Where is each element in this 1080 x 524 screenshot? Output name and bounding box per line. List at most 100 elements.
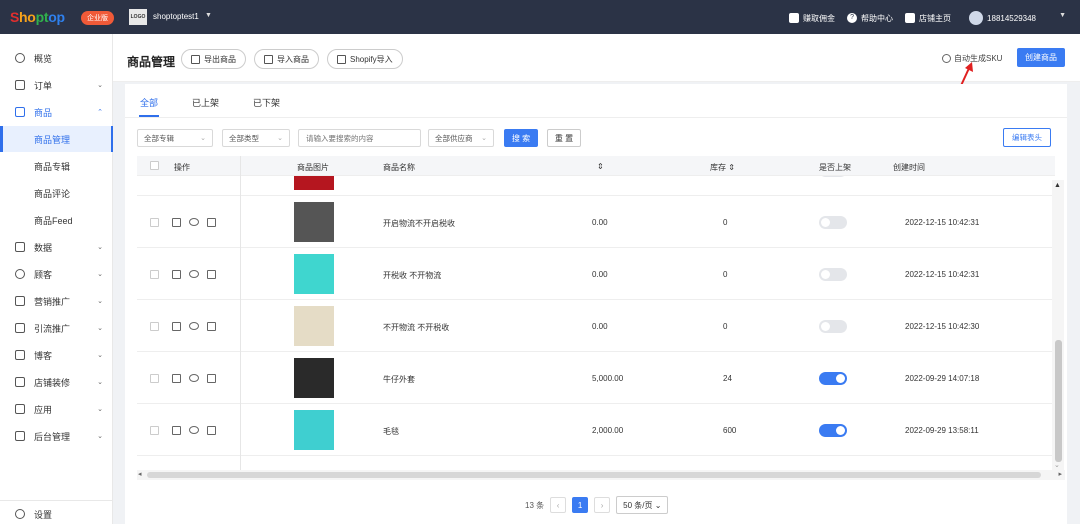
- product-thumbnail[interactable]: [294, 254, 334, 294]
- trash-icon[interactable]: [207, 322, 216, 331]
- type-select[interactable]: 全部类型 ⌄: [222, 129, 290, 147]
- listed-toggle[interactable]: [819, 268, 847, 281]
- sidebar-item-orders[interactable]: 订单 ⌄: [0, 72, 113, 98]
- prev-page-button[interactable]: ‹: [550, 497, 567, 513]
- select-all-checkbox[interactable]: [150, 161, 159, 170]
- scroll-left-icon[interactable]: ◂: [138, 470, 142, 478]
- scroll-down-icon[interactable]: ⌄: [1054, 461, 1060, 469]
- shoptop-logo[interactable]: Shoptop: [10, 9, 65, 25]
- nav-earn-commission[interactable]: 赚取佣金: [789, 13, 835, 24]
- scroll-right-icon[interactable]: ▸: [1058, 470, 1062, 478]
- created-time: 2022-12-15 10:42:30: [905, 322, 980, 331]
- nav-help-center[interactable]: ? 帮助中心: [847, 13, 893, 24]
- edit-icon[interactable]: [172, 426, 181, 435]
- reset-button[interactable]: 重 置: [547, 129, 581, 147]
- top-nav: 赚取佣金 ? 帮助中心 店铺主页 18814529348: [789, 11, 1036, 25]
- row-checkbox[interactable]: [150, 322, 159, 331]
- trash-icon[interactable]: [207, 374, 216, 383]
- table-row: 牛仔外套 5,000.00 24 2022-09-29 14:07:18: [137, 352, 1055, 404]
- page-number-current[interactable]: 1: [572, 497, 589, 513]
- product-thumbnail[interactable]: [294, 306, 334, 346]
- tab-listed[interactable]: 已上架: [192, 96, 219, 117]
- album-select[interactable]: 全部专辑 ⌄: [137, 129, 213, 147]
- edit-icon[interactable]: [172, 322, 181, 331]
- import-products-button[interactable]: 导入商品: [254, 49, 319, 69]
- supplier-select[interactable]: 全部供应商 ⌄: [428, 129, 494, 147]
- scrollbar-thumb[interactable]: [1055, 340, 1062, 462]
- sidebar-item-blog[interactable]: 博客 ⌄: [0, 342, 113, 368]
- import-icon: [264, 54, 273, 64]
- chevron-down-icon: ⌄: [97, 271, 103, 278]
- product-thumbnail[interactable]: [294, 358, 334, 398]
- tab-all[interactable]: 全部: [138, 96, 160, 117]
- listed-toggle[interactable]: [819, 216, 847, 229]
- eye-icon[interactable]: [189, 270, 199, 278]
- scrollbar-thumb[interactable]: [147, 472, 1041, 478]
- sidebar-sub-product-albums[interactable]: 商品专辑: [0, 153, 113, 179]
- edit-icon[interactable]: [172, 374, 181, 383]
- sidebar-item-customers[interactable]: 顾客 ⌄: [0, 261, 113, 287]
- export-products-button[interactable]: 导出商品: [181, 49, 246, 69]
- row-checkbox[interactable]: [150, 270, 159, 279]
- product-name[interactable]: 牛仔外套: [383, 374, 415, 385]
- listed-toggle[interactable]: [819, 424, 847, 437]
- row-checkbox[interactable]: [150, 218, 159, 227]
- search-button[interactable]: 搜 索: [504, 129, 538, 147]
- product-thumbnail[interactable]: [294, 410, 334, 450]
- sidebar-item-products[interactable]: 商品 ⌃: [0, 99, 113, 125]
- edit-icon[interactable]: [172, 270, 181, 279]
- sidebar-sub-product-management[interactable]: 商品管理: [0, 126, 113, 152]
- scroll-up-icon[interactable]: ▲: [1054, 182, 1061, 189]
- page-size-select[interactable]: 50 条/页 ⌄: [616, 496, 669, 514]
- eye-icon[interactable]: [189, 322, 199, 330]
- product-thumbnail[interactable]: [294, 202, 334, 242]
- trash-icon[interactable]: [207, 426, 216, 435]
- sidebar-item-data[interactable]: 数据 ⌄: [0, 234, 113, 260]
- product-name[interactable]: 开启物流不开启税收: [383, 218, 455, 229]
- sidebar-item-marketing[interactable]: 营销推广 ⌄: [0, 288, 113, 314]
- shopify-import-button[interactable]: Shopify导入: [327, 49, 403, 69]
- row-checkbox[interactable]: [150, 426, 159, 435]
- sidebar-item-settings[interactable]: 设置: [0, 501, 113, 524]
- search-input[interactable]: [298, 129, 421, 147]
- eye-icon[interactable]: [189, 374, 199, 382]
- col-stock[interactable]: 库存 ⇕: [710, 162, 735, 173]
- edit-table-header-button[interactable]: 编辑表头: [1003, 128, 1051, 147]
- created-time: 2022-12-15 10:42:31: [905, 270, 980, 279]
- store-switcher[interactable]: shoptoptest1: [153, 12, 199, 21]
- tab-unlisted[interactable]: 已下架: [253, 96, 280, 117]
- horizontal-scrollbar[interactable]: ◂ ▸: [137, 470, 1065, 480]
- next-page-button[interactable]: ›: [594, 497, 611, 513]
- product-name[interactable]: 不开物流 不开税收: [383, 322, 449, 333]
- create-product-button[interactable]: 创建商品: [1017, 48, 1065, 67]
- sidebar-item-traffic[interactable]: 引流推广 ⌄: [0, 315, 113, 341]
- vertical-scrollbar[interactable]: ▲ ⌄: [1052, 180, 1064, 470]
- sort-icon[interactable]: ⇕: [597, 162, 604, 171]
- product-stock: 0: [723, 322, 728, 331]
- sidebar-sub-product-feed[interactable]: 商品Feed: [0, 207, 113, 233]
- trash-icon[interactable]: [207, 218, 216, 227]
- sidebar-item-apps[interactable]: 应用 ⌄: [0, 396, 113, 422]
- nav-store-home[interactable]: 店铺主页: [905, 13, 951, 24]
- listed-toggle[interactable]: [819, 372, 847, 385]
- edit-icon[interactable]: [172, 218, 181, 227]
- product-name[interactable]: 毛毯: [383, 426, 399, 437]
- caret-down-icon[interactable]: ▼: [205, 12, 212, 19]
- pagination: 13 条 ‹ 1 › 50 条/页 ⌄: [525, 496, 669, 514]
- sidebar-item-store-design[interactable]: 店铺装修 ⌄: [0, 369, 113, 395]
- user-menu[interactable]: 18814529348: [969, 11, 1036, 25]
- eye-icon[interactable]: [189, 426, 199, 434]
- listed-toggle[interactable]: [819, 320, 847, 333]
- traffic-icon: [15, 323, 25, 333]
- product-name[interactable]: 开税收 不开物流: [383, 270, 441, 281]
- sidebar-item-overview[interactable]: 概览: [0, 45, 113, 71]
- sidebar-sub-product-reviews[interactable]: 商品评论: [0, 180, 113, 206]
- sidebar-item-admin[interactable]: 后台管理 ⌄: [0, 423, 113, 449]
- trash-icon[interactable]: [207, 270, 216, 279]
- caret-down-icon[interactable]: ▼: [1059, 12, 1066, 19]
- table-row: 毛毯 2,000.00 600 2022-09-29 13:58:11: [137, 404, 1055, 456]
- chevron-down-icon: ⌄: [277, 135, 283, 142]
- row-checkbox[interactable]: [150, 374, 159, 383]
- chevron-down-icon: ⌄: [97, 379, 103, 386]
- eye-icon[interactable]: [189, 218, 199, 226]
